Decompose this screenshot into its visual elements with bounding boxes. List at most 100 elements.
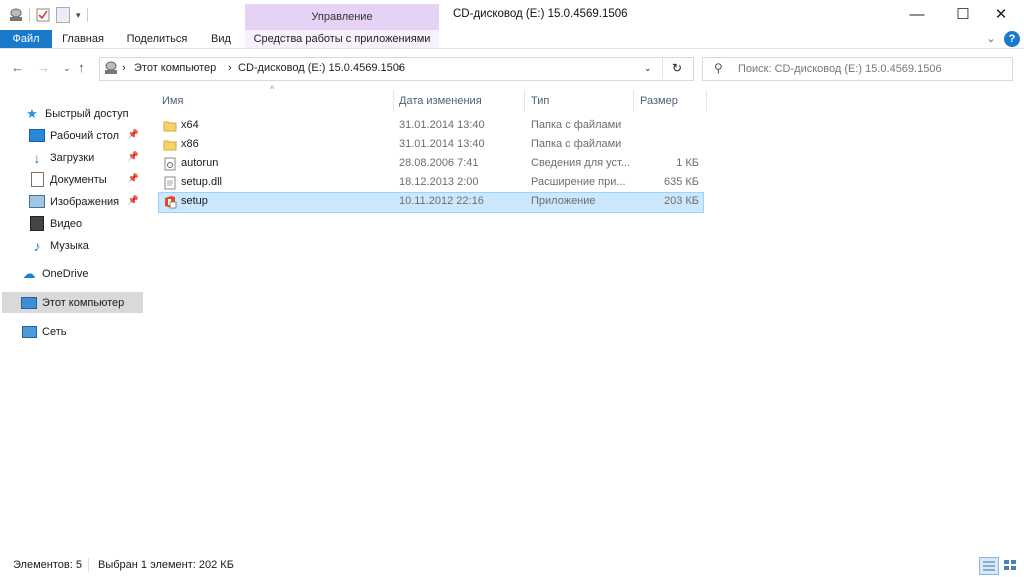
dll-file-icon xyxy=(163,176,177,190)
file-type: Приложение xyxy=(531,195,596,207)
pin-icon[interactable]: 📌 xyxy=(128,129,139,140)
file-type: Папка с файлами xyxy=(531,138,622,150)
nav-quick-access[interactable]: ★ Быстрый доступ xyxy=(2,103,143,124)
folder-icon xyxy=(163,119,177,133)
breadcrumb-separator[interactable]: › xyxy=(122,62,126,74)
breadcrumb-cd-drive[interactable]: CD-дисковод (E:) 15.0.4569.1506 xyxy=(238,62,405,74)
nav-pictures[interactable]: Изображения 📌 xyxy=(2,191,143,212)
nav-network[interactable]: Сеть xyxy=(2,321,143,342)
file-date: 28.08.2006 7:41 xyxy=(399,157,479,169)
nav-this-pc[interactable]: Этот компьютер xyxy=(2,292,143,313)
computer-icon xyxy=(21,296,37,310)
breadcrumb-this-pc[interactable]: Этот компьютер xyxy=(134,62,216,74)
back-icon[interactable]: ← xyxy=(11,60,24,75)
star-icon: ★ xyxy=(26,105,38,121)
details-view-icon[interactable] xyxy=(979,557,999,575)
office-setup-icon xyxy=(163,195,177,209)
search-box[interactable]: ⚲ Поиск: CD-дисковод (E:) 15.0.4569.1506 xyxy=(702,57,1013,81)
nav-video[interactable]: Видео xyxy=(2,213,143,234)
file-name: x64 xyxy=(181,119,199,131)
file-date: 31.01.2014 13:40 xyxy=(399,138,485,150)
drive-icon xyxy=(104,61,118,75)
up-icon[interactable]: ↑ xyxy=(78,60,85,75)
file-name: x86 xyxy=(181,138,199,150)
file-row[interactable]: setup 10.11.2012 22:16 Приложение 203 КБ xyxy=(158,192,704,213)
refresh-icon[interactable]: ↻ xyxy=(672,61,682,75)
file-name: autorun xyxy=(181,157,219,169)
nav-label: Видео xyxy=(50,217,83,230)
breadcrumb-separator[interactable]: › xyxy=(398,62,402,74)
large-icons-view-icon[interactable] xyxy=(1001,557,1019,573)
quick-access-toolbar: ▾ xyxy=(9,6,94,24)
tab-home[interactable]: Главная xyxy=(58,30,108,48)
qat-customize-icon[interactable]: ▾ xyxy=(76,10,81,21)
context-tab-manage[interactable]: Управление xyxy=(245,4,439,30)
file-size: 635 КБ xyxy=(663,176,699,188)
column-divider[interactable] xyxy=(393,90,394,112)
search-icon: ⚲ xyxy=(714,61,723,75)
file-type: Расширение при... xyxy=(531,176,626,188)
column-header-name[interactable]: Имя xyxy=(162,92,183,112)
column-header-date[interactable]: Дата изменения xyxy=(399,92,482,112)
settings-file-icon xyxy=(163,157,177,171)
nav-label: Музыка xyxy=(50,239,89,252)
pin-icon[interactable]: 📌 xyxy=(128,195,139,206)
nav-label: Загрузки xyxy=(50,151,95,164)
file-date: 10.11.2012 22:16 xyxy=(399,195,484,207)
nav-label: Быстрый доступ xyxy=(45,107,129,120)
desktop-icon xyxy=(29,129,45,143)
breadcrumb-separator[interactable]: › xyxy=(228,62,232,74)
address-bar[interactable]: › Этот компьютер › CD-дисковод (E:) 15.0… xyxy=(99,57,694,81)
pin-icon[interactable]: 📌 xyxy=(128,151,139,162)
nav-downloads[interactable]: ↓ Загрузки 📌 xyxy=(2,147,143,168)
new-folder-icon[interactable] xyxy=(56,7,70,23)
folder-icon xyxy=(163,138,177,152)
file-row[interactable]: autorun 28.08.2006 7:41 Сведения для уст… xyxy=(159,155,703,174)
nav-label: OneDrive xyxy=(42,267,89,280)
file-row[interactable]: x86 31.01.2014 13:40 Папка с файлами xyxy=(159,136,703,155)
nav-music[interactable]: ♪ Музыка xyxy=(2,235,143,256)
column-header-type[interactable]: Тип xyxy=(531,92,549,112)
nav-onedrive[interactable]: ☁ OneDrive xyxy=(2,263,143,284)
title-bar: ▾ Управление CD-дисковод (E:) 15.0.4569.… xyxy=(0,0,1024,30)
minimize-button[interactable]: — xyxy=(894,0,940,30)
file-date: 31.01.2014 13:40 xyxy=(399,119,485,131)
drive-icon[interactable] xyxy=(9,8,23,22)
address-row: ← → ⌄ ↑ › Этот компьютер › CD-дисковод (… xyxy=(0,54,1024,84)
tab-file[interactable]: Файл xyxy=(0,30,52,48)
search-placeholder: Поиск: CD-дисковод (E:) 15.0.4569.1506 xyxy=(738,63,942,75)
file-row[interactable]: setup.dll 18.12.2013 2:00 Расширение при… xyxy=(159,174,703,193)
music-icon: ♪ xyxy=(33,237,41,254)
nav-label: Этот компьютер xyxy=(42,296,125,309)
recent-locations-icon[interactable]: ⌄ xyxy=(63,63,71,74)
downloads-icon: ↓ xyxy=(33,149,41,166)
pin-icon[interactable]: 📌 xyxy=(128,173,139,184)
tab-share[interactable]: Поделиться xyxy=(122,30,192,48)
column-header-size[interactable]: Размер xyxy=(640,92,678,112)
item-count: Элементов: 5 xyxy=(13,559,82,571)
ribbon-expand-icon[interactable]: ⌄ xyxy=(983,30,999,48)
close-button[interactable]: ✕ xyxy=(978,0,1024,30)
nav-label: Изображения xyxy=(50,195,120,208)
properties-icon[interactable] xyxy=(36,8,50,22)
ribbon-tabs: Файл Главная Поделиться Вид Средства раб… xyxy=(0,30,1024,49)
file-row[interactable]: x64 31.01.2014 13:40 Папка с файлами xyxy=(159,117,703,136)
nav-label: Сеть xyxy=(42,325,67,338)
file-date: 18.12.2013 2:00 xyxy=(399,176,479,188)
address-dropdown-icon[interactable]: ⌄ xyxy=(644,63,652,74)
nav-label: Рабочий стол xyxy=(50,129,120,142)
help-icon[interactable]: ? xyxy=(1004,31,1020,47)
network-icon xyxy=(21,325,37,339)
file-name: setup xyxy=(181,195,208,207)
forward-icon[interactable]: → xyxy=(37,60,50,75)
column-divider[interactable] xyxy=(524,90,525,112)
nav-documents[interactable]: Документы 📌 xyxy=(2,169,143,190)
nav-desktop[interactable]: Рабочий стол 📌 xyxy=(2,125,143,146)
nav-label: Документы xyxy=(50,173,107,186)
column-divider[interactable] xyxy=(706,90,707,112)
column-divider[interactable] xyxy=(633,90,634,112)
qat-divider xyxy=(86,8,88,22)
window-title: CD-дисковод (E:) 15.0.4569.1506 xyxy=(453,8,628,20)
tab-application-tools[interactable]: Средства работы с приложениями xyxy=(245,30,439,48)
tab-view[interactable]: Вид xyxy=(204,30,238,48)
